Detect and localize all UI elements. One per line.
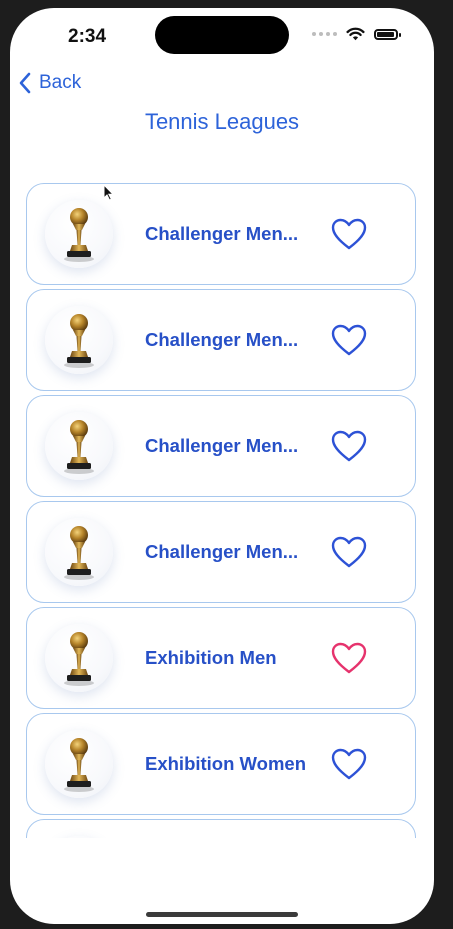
heart-icon[interactable]	[331, 748, 367, 781]
heart-icon[interactable]	[331, 218, 367, 251]
league-name	[145, 820, 310, 838]
league-card[interactable]: Exhibition Women	[26, 713, 416, 815]
league-card[interactable]: Exhibition Men	[26, 607, 416, 709]
home-indicator[interactable]	[146, 912, 298, 917]
league-name: Challenger Men...	[145, 435, 299, 456]
trophy-icon	[64, 314, 94, 368]
league-card[interactable]: Challenger Men...	[26, 395, 416, 497]
battery-icon	[374, 28, 401, 40]
heart-icon[interactable]	[331, 642, 367, 675]
back-button[interactable]: Back	[18, 72, 81, 94]
league-logo	[45, 412, 113, 480]
heart-icon[interactable]	[331, 324, 367, 357]
mouse-cursor-icon	[103, 184, 114, 201]
trophy-icon	[45, 836, 113, 838]
league-list[interactable]: Challenger Men... Challenger Men... Chal…	[26, 183, 418, 838]
league-card[interactable]: Challenger Men...	[26, 289, 416, 391]
back-label: Back	[39, 72, 82, 93]
heart-icon[interactable]	[331, 536, 367, 569]
league-card[interactable]: Challenger Men...	[26, 501, 416, 603]
trophy-icon	[64, 526, 94, 580]
league-name: Challenger Men...	[145, 541, 299, 562]
dynamic-island	[155, 16, 289, 54]
league-logo	[45, 730, 113, 798]
app-screen: 2:34 Back Tennis Leagues Challenger Men.…	[10, 8, 434, 924]
league-logo	[45, 200, 113, 268]
trophy-icon	[64, 632, 94, 686]
league-name: Challenger Men...	[145, 329, 299, 350]
wifi-icon	[346, 27, 365, 41]
trophy-icon	[64, 420, 94, 474]
page-title: Tennis Leagues	[144, 109, 300, 134]
status-icons	[312, 27, 401, 41]
cellular-signal-icon	[312, 32, 337, 36]
league-name: Challenger Men...	[145, 223, 299, 244]
trophy-icon	[64, 208, 94, 262]
league-logo	[45, 306, 113, 374]
trophy-icon	[64, 738, 94, 792]
heart-icon[interactable]	[331, 430, 367, 463]
league-logo	[45, 836, 113, 838]
device-frame: 2:34 Back Tennis Leagues Challenger Men.…	[0, 0, 453, 929]
league-name: Exhibition Women	[145, 753, 307, 774]
league-name: Exhibition Men	[145, 647, 277, 668]
chevron-left-icon	[19, 72, 31, 94]
league-card[interactable]	[26, 819, 416, 838]
league-card[interactable]: Challenger Men...	[26, 183, 416, 285]
league-logo	[45, 518, 113, 586]
status-time: 2:34	[68, 26, 107, 47]
league-logo	[45, 624, 113, 692]
